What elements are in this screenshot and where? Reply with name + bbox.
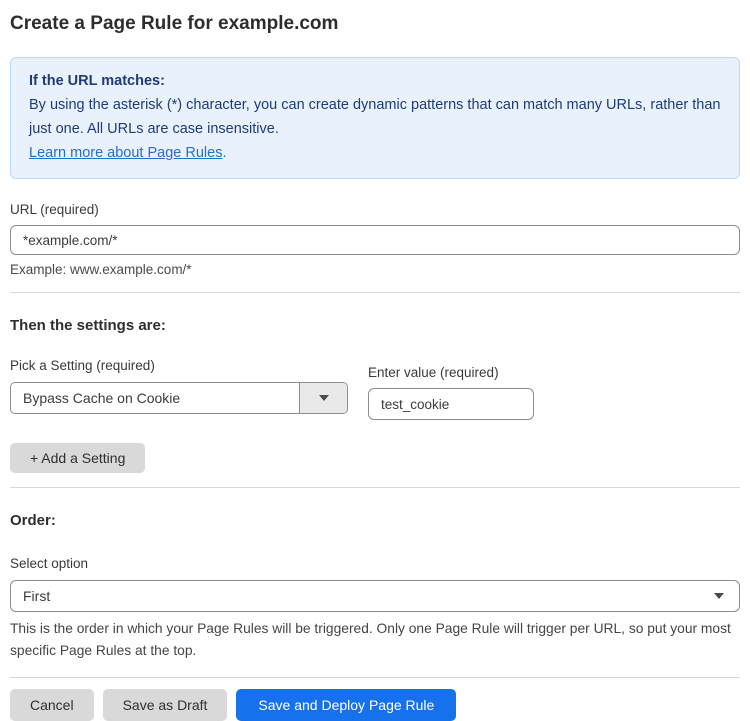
section-divider xyxy=(10,677,740,678)
info-link-row: Learn more about Page Rules. xyxy=(29,141,721,165)
settings-heading: Then the settings are: xyxy=(10,317,740,334)
order-helper-text: This is the order in which your Page Rul… xyxy=(10,618,740,662)
enter-value-label: Enter value (required) xyxy=(368,365,534,381)
info-box-heading: If the URL matches: xyxy=(29,69,721,93)
learn-more-link[interactable]: Learn more about Page Rules xyxy=(29,145,222,161)
save-deploy-button[interactable]: Save and Deploy Page Rule xyxy=(236,689,456,721)
settings-row: Pick a Setting (required) Bypass Cache o… xyxy=(10,358,740,420)
create-page-rule-form: Create a Page Rule for example.com If th… xyxy=(10,13,740,721)
dropdown-arrow-button[interactable] xyxy=(299,383,347,413)
save-draft-button[interactable]: Save as Draft xyxy=(103,689,228,721)
chevron-down-icon xyxy=(714,593,724,599)
url-matches-info-box: If the URL matches: By using the asteris… xyxy=(10,57,740,179)
info-box-body: By using the asterisk (*) character, you… xyxy=(29,93,721,141)
page-title: Create a Page Rule for example.com xyxy=(10,13,740,35)
cancel-button[interactable]: Cancel xyxy=(10,689,94,721)
pick-setting-selected-value: Bypass Cache on Cookie xyxy=(11,390,299,406)
learn-more-period: . xyxy=(222,145,226,161)
pick-setting-label: Pick a Setting (required) xyxy=(10,358,348,374)
chevron-down-icon xyxy=(319,395,329,401)
footer-actions: Cancel Save as Draft Save and Deploy Pag… xyxy=(10,689,740,721)
order-heading: Order: xyxy=(10,512,740,529)
section-divider xyxy=(10,292,740,293)
pick-setting-field: Pick a Setting (required) Bypass Cache o… xyxy=(10,358,348,414)
url-input[interactable] xyxy=(10,225,740,255)
url-example-helper: Example: www.example.com/* xyxy=(10,262,740,278)
order-selected-value: First xyxy=(11,588,714,604)
enter-value-field: Enter value (required) xyxy=(368,365,534,420)
pick-setting-select[interactable]: Bypass Cache on Cookie xyxy=(10,382,348,414)
section-divider xyxy=(10,487,740,488)
setting-value-input[interactable] xyxy=(368,388,534,420)
select-option-label: Select option xyxy=(10,556,740,572)
url-label: URL (required) xyxy=(10,202,740,218)
add-setting-button[interactable]: + Add a Setting xyxy=(10,443,145,473)
order-select[interactable]: First xyxy=(10,580,740,612)
